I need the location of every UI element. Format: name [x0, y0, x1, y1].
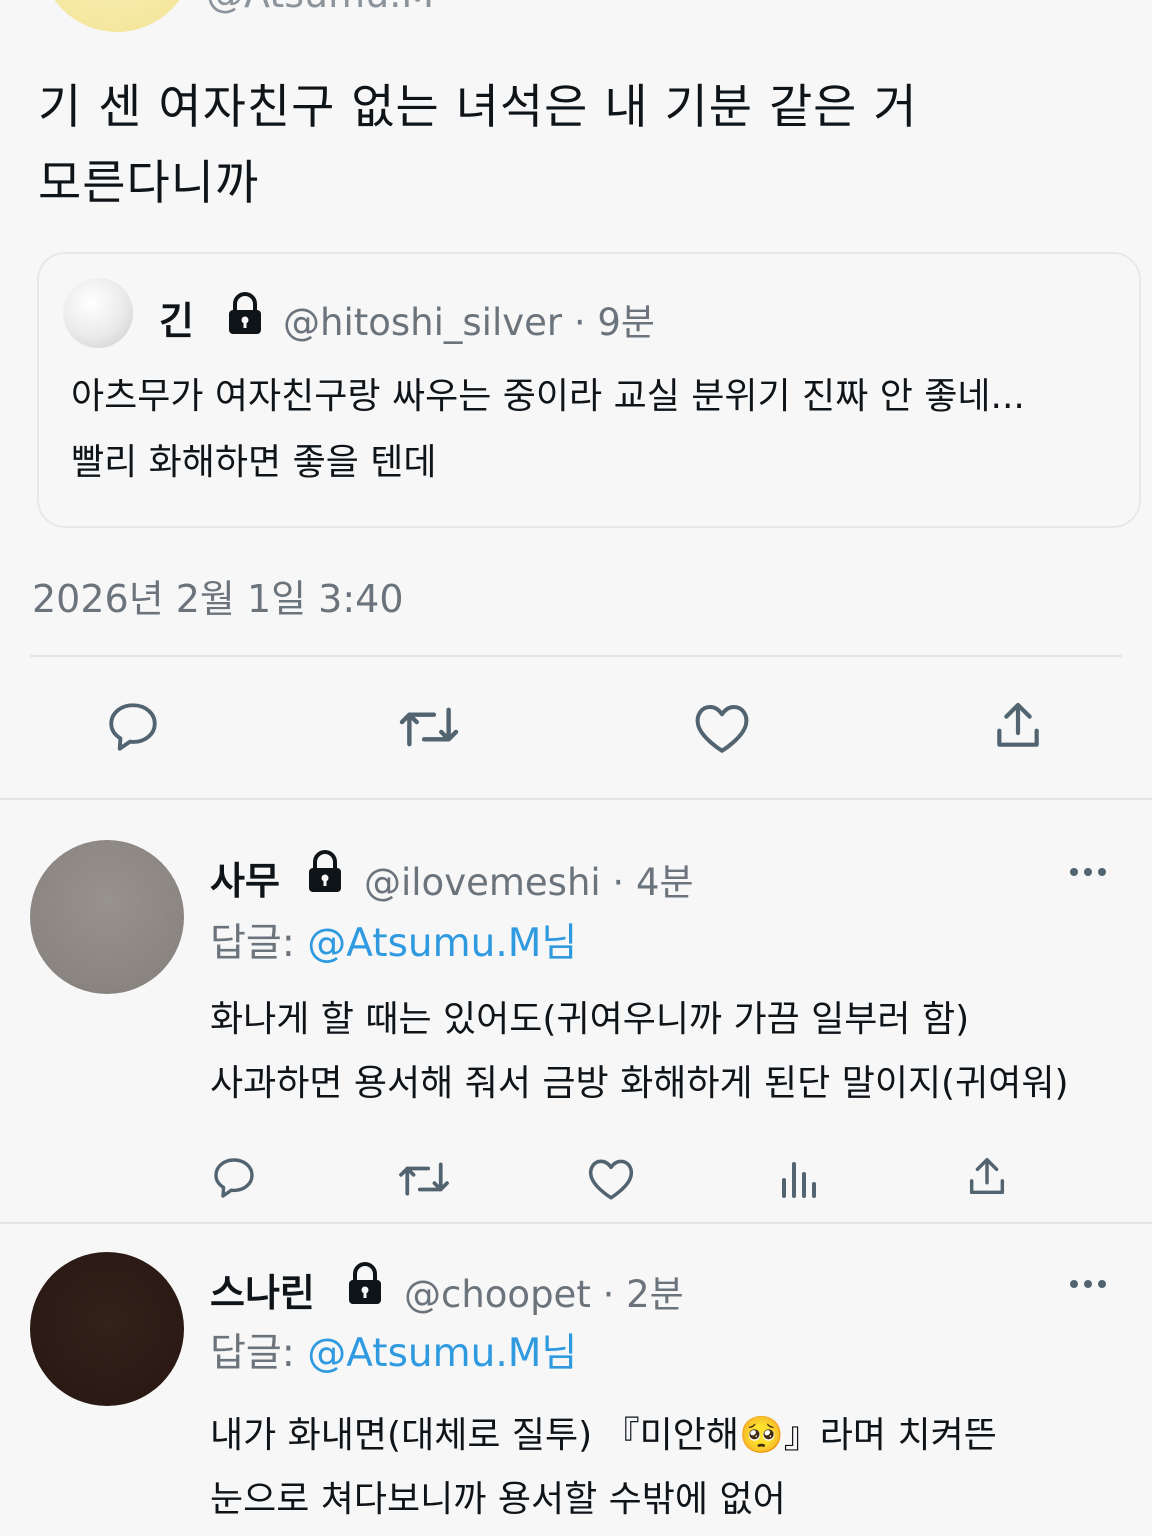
lock-icon — [304, 850, 346, 894]
tweet-text-line: 모른다니까 — [38, 156, 260, 211]
reply-text-line: 화나게 할 때는 있어도(귀여우니까 가끔 일부러 함) — [210, 999, 970, 1040]
replying-to: 답글: @Atsumu.M님 — [210, 1322, 577, 1378]
reply-text: 화나게 할 때는 있어도(귀여우니까 가끔 일부러 함) 사과하면 용서해 줘서… — [210, 988, 1130, 1116]
reply-handle-time: @choopet · 2분 — [404, 1273, 684, 1316]
tweet-text: 기 센 여자친구 없는 녀석은 내 기분 같은 거 모른다니까 — [38, 70, 1118, 222]
share-icon[interactable] — [964, 1154, 1010, 1200]
more-options-icon[interactable] — [1068, 866, 1108, 878]
reply-avatar[interactable] — [30, 1252, 184, 1406]
quote-text-line: 빨리 화해하면 좋을 텐데 — [71, 442, 437, 483]
reply-avatar[interactable] — [30, 840, 184, 994]
reply-mention-link[interactable]: @Atsumu.M님 — [307, 1331, 577, 1376]
reply-prefix: 답글: — [210, 1331, 308, 1376]
retweet-icon[interactable] — [396, 1156, 452, 1202]
tweet-text-line: 기 센 여자친구 없는 녀석은 내 기분 같은 거 — [38, 80, 918, 135]
reply-text-line: 내가 화내면(대체로 질투) 『미안해🥺』라며 치켜뜬 — [210, 1415, 997, 1456]
tweet-timestamp[interactable]: 2026년 2월 1일 3:40 — [32, 568, 404, 623]
reply-icon[interactable] — [104, 698, 162, 756]
quote-author-name: 긴 — [159, 299, 194, 343]
share-icon[interactable] — [990, 698, 1046, 754]
reply-icon[interactable] — [210, 1154, 258, 1202]
reply-handle-time: @ilovemeshi · 4분 — [364, 861, 694, 904]
retweet-icon[interactable] — [396, 700, 462, 754]
divider — [0, 1222, 1152, 1224]
reply-author-name[interactable]: 스나린 — [210, 1262, 315, 1317]
reply-author-name[interactable]: 사무 — [210, 850, 280, 905]
divider — [30, 655, 1122, 657]
like-icon[interactable] — [586, 1154, 636, 1202]
analytics-icon[interactable] — [778, 1156, 822, 1200]
quote-text-line: 아츠무가 여자친구랑 싸우는 중이라 교실 분위기 진짜 안 좋네... — [71, 376, 1025, 417]
quote-tweet-card[interactable]: 긴 @hitoshi_silver · 9분 아츠무가 여자친구랑 싸우는 중이… — [37, 252, 1141, 528]
like-icon[interactable] — [692, 698, 752, 756]
quote-text: 아츠무가 여자친구랑 싸우는 중이라 교실 분위기 진짜 안 좋네... 빨리 … — [71, 364, 1131, 496]
lock-icon — [225, 292, 265, 336]
more-options-icon[interactable] — [1068, 1278, 1108, 1290]
replying-to: 답글: @Atsumu.M님 — [210, 912, 577, 968]
lock-icon — [344, 1262, 386, 1306]
divider — [0, 798, 1152, 800]
reply-text-line: 눈으로 쳐다보니까 용서할 수밖에 없어 — [210, 1479, 786, 1520]
reply-text-line: 사과하면 용서해 줘서 금방 화해하게 된단 말이지(귀여워) — [210, 1063, 1069, 1104]
author-avatar[interactable] — [40, 0, 194, 32]
reply-prefix: 답글: — [210, 921, 308, 966]
reply-text: 내가 화내면(대체로 질투) 『미안해🥺』라며 치켜뜬 눈으로 쳐다보니까 용서… — [210, 1404, 1130, 1532]
reply-mention-link[interactable]: @Atsumu.M님 — [307, 921, 577, 966]
author-handle[interactable]: @Atsumu.M — [206, 0, 434, 16]
quote-handle-time: @hitoshi_silver · 9분 — [283, 301, 655, 344]
quote-avatar[interactable] — [63, 278, 133, 348]
